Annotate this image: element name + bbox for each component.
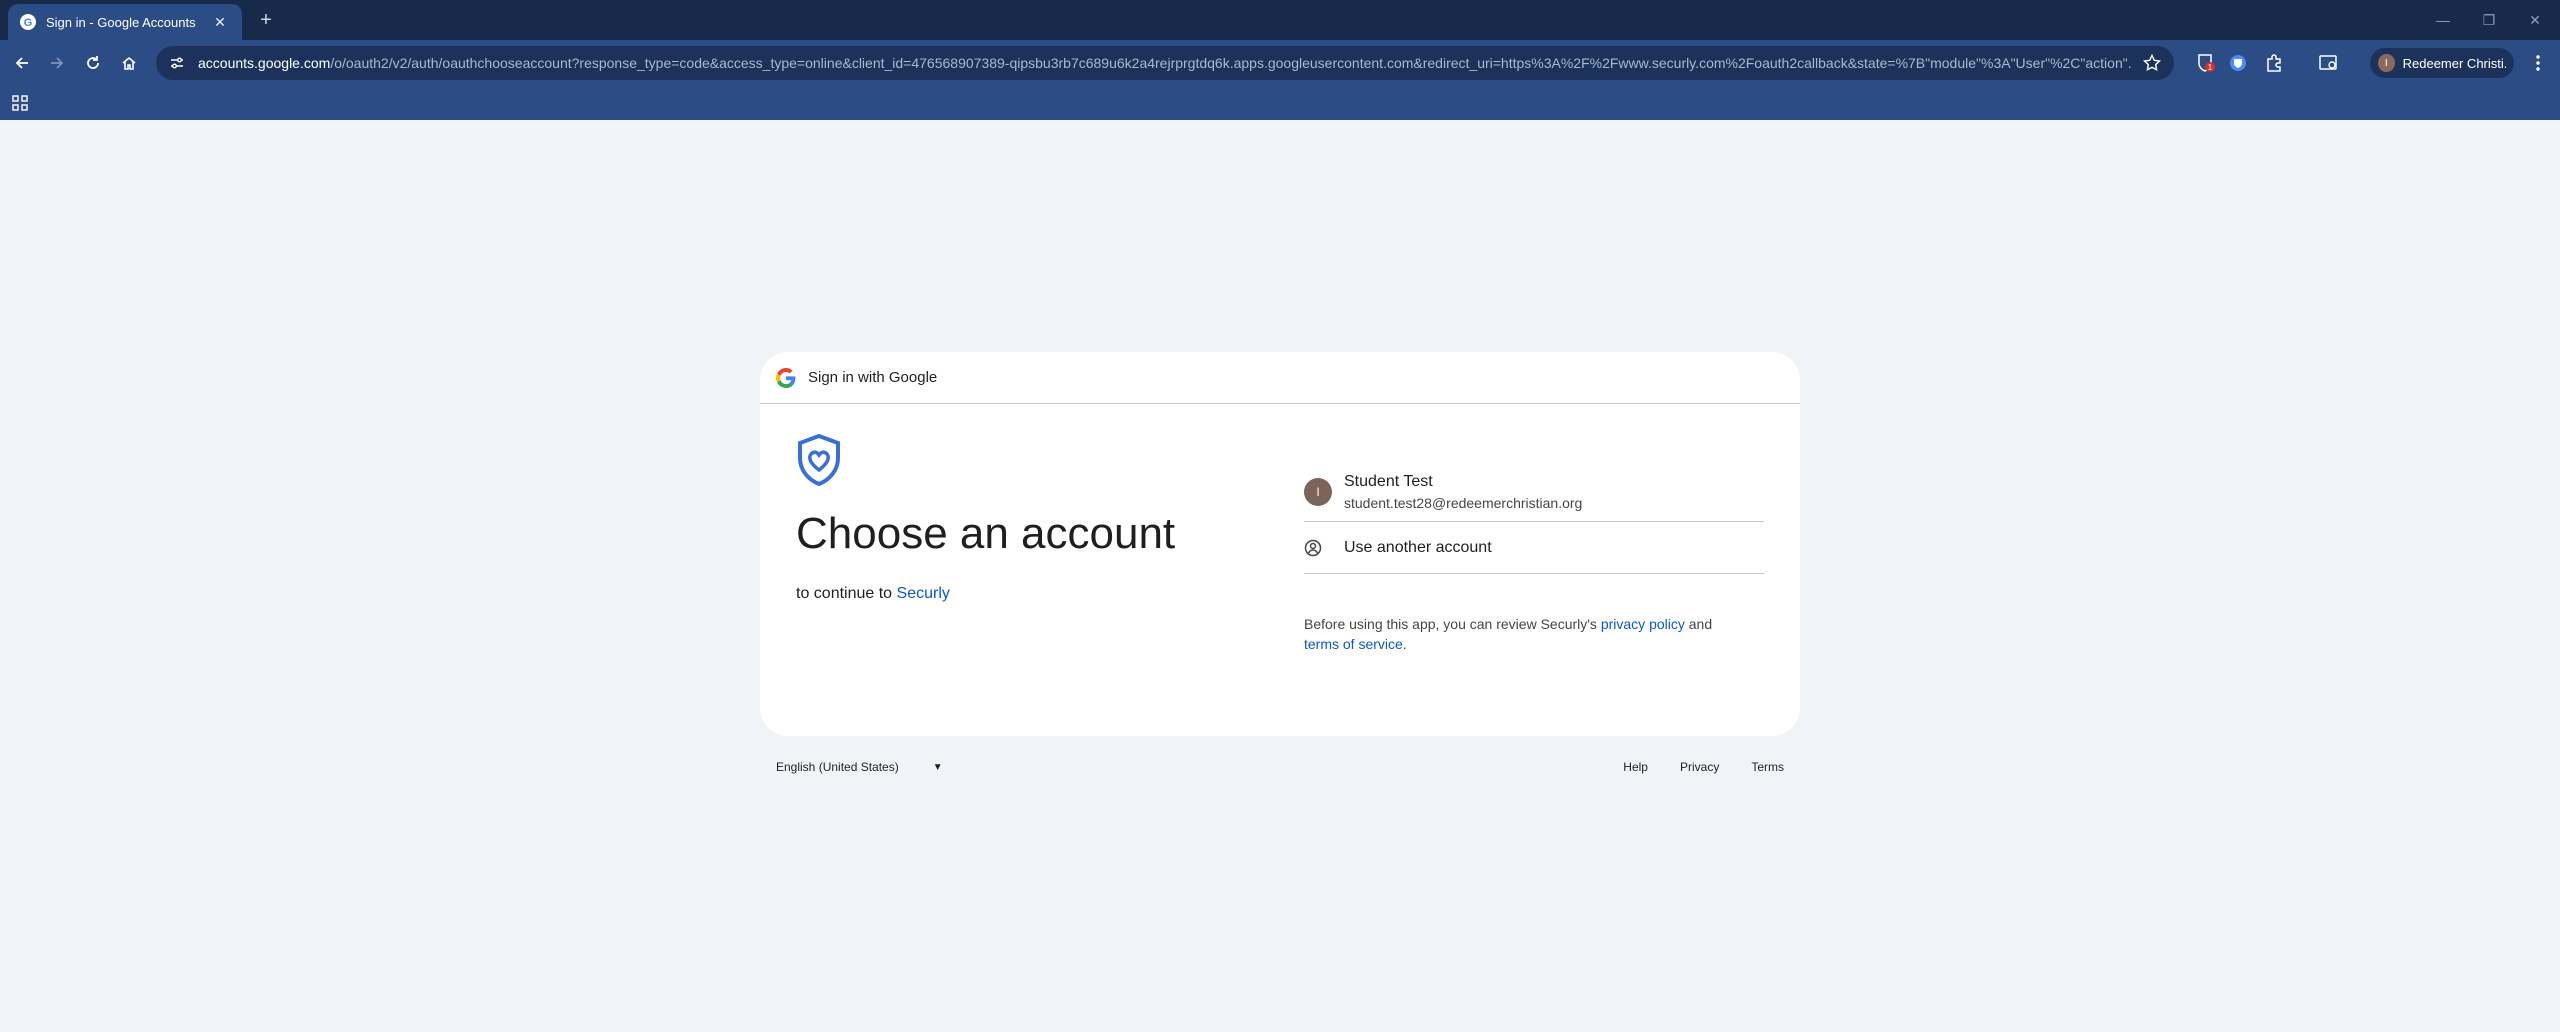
account-email: student.test28@redeemerchristian.org bbox=[1344, 494, 1583, 511]
person-circle-icon bbox=[1304, 538, 1332, 558]
card-header-text: Sign in with Google bbox=[808, 369, 938, 386]
url-host: accounts.google.com bbox=[198, 55, 331, 71]
help-link[interactable]: Help bbox=[1623, 760, 1648, 774]
tab-search-icon[interactable] bbox=[2317, 51, 2341, 75]
tab-title: Sign in - Google Accounts bbox=[46, 14, 196, 30]
extension-badge-count: 1 bbox=[2208, 63, 2213, 72]
url-path: /o/oauth2/v2/auth/oauthchooseaccount?res… bbox=[330, 55, 2132, 71]
caret-down-icon: ▼ bbox=[932, 761, 943, 773]
profile-avatar: I bbox=[2378, 54, 2395, 72]
privacy-disclaimer: Before using this app, you can review Se… bbox=[1304, 614, 1764, 654]
footer-links: Help Privacy Terms bbox=[1623, 760, 1784, 774]
tab-close-icon[interactable]: ✕ bbox=[210, 14, 230, 31]
browser-toolbar: accounts.google.com/o/oauth2/v2/auth/oau… bbox=[0, 40, 2560, 86]
back-icon[interactable] bbox=[10, 51, 34, 75]
signin-card: Sign in with Google Choose an account to… bbox=[760, 352, 1800, 736]
terms-of-service-link[interactable]: terms of service. bbox=[1304, 636, 1407, 652]
svg-text:G: G bbox=[24, 17, 33, 29]
browser-tab[interactable]: G Sign in - Google Accounts ✕ bbox=[8, 4, 242, 40]
url-text: accounts.google.com/o/oauth2/v2/auth/oau… bbox=[198, 55, 2132, 71]
reload-icon[interactable] bbox=[81, 51, 105, 75]
app-name-link[interactable]: Securly bbox=[897, 585, 950, 602]
subtitle-prefix: to continue to bbox=[796, 585, 893, 602]
account-option[interactable]: I Student Test student.test28@redeemerch… bbox=[1304, 462, 1764, 522]
tab-strip: G Sign in - Google Accounts ✕ + — ❐ ✕ bbox=[0, 0, 2560, 40]
apps-grid-icon[interactable] bbox=[8, 91, 32, 115]
use-another-account-option[interactable]: Use another account bbox=[1304, 522, 1764, 574]
menu-kebab-icon[interactable] bbox=[2526, 51, 2550, 75]
terms-link[interactable]: Terms bbox=[1751, 760, 1784, 774]
disclaimer-prefix: Before using this app, you can review Se… bbox=[1304, 616, 1597, 632]
home-icon[interactable] bbox=[117, 51, 141, 75]
language-selector[interactable]: English (United States) ▼ bbox=[776, 760, 943, 774]
restore-icon[interactable]: ❐ bbox=[2474, 8, 2504, 32]
extension-shield-icon[interactable]: 1 bbox=[2194, 51, 2218, 75]
window-close-icon[interactable]: ✕ bbox=[2520, 8, 2550, 32]
account-avatar: I bbox=[1304, 477, 1332, 506]
left-column: Choose an account to continue to Securly bbox=[796, 433, 1256, 603]
page-title: Choose an account bbox=[796, 509, 1176, 558]
language-label: English (United States) bbox=[776, 760, 899, 774]
bookmark-star-icon[interactable] bbox=[2142, 53, 2162, 73]
bookmark-bar bbox=[0, 86, 2560, 120]
page-footer: English (United States) ▼ Help Privacy T… bbox=[760, 756, 1800, 780]
disclaimer-and: and bbox=[1688, 616, 1713, 632]
right-column: I Student Test student.test28@redeemerch… bbox=[1304, 462, 1764, 654]
use-another-account-label: Use another account bbox=[1344, 538, 1492, 556]
site-info-icon[interactable] bbox=[168, 54, 186, 72]
subtitle: to continue to Securly bbox=[796, 585, 1256, 603]
address-bar[interactable]: accounts.google.com/o/oauth2/v2/auth/oau… bbox=[156, 46, 2174, 80]
privacy-link[interactable]: Privacy bbox=[1680, 760, 1719, 774]
minimize-icon[interactable]: — bbox=[2428, 8, 2458, 32]
new-tab-icon[interactable]: + bbox=[254, 8, 278, 32]
account-name: Student Test bbox=[1344, 472, 1433, 490]
google-g-logo-icon bbox=[776, 367, 796, 388]
extensions-puzzle-icon[interactable] bbox=[2262, 51, 2286, 75]
google-favicon-icon: G bbox=[20, 14, 36, 30]
securly-shield-logo-icon bbox=[798, 433, 840, 487]
profile-button[interactable]: I Redeemer Christi... bbox=[2370, 48, 2514, 78]
privacy-policy-link[interactable]: privacy policy bbox=[1601, 616, 1685, 632]
profile-name: Redeemer Christi... bbox=[2402, 55, 2506, 71]
securly-extension-icon[interactable] bbox=[2226, 51, 2250, 75]
forward-icon[interactable] bbox=[45, 51, 69, 75]
card-header: Sign in with Google bbox=[760, 352, 1800, 404]
